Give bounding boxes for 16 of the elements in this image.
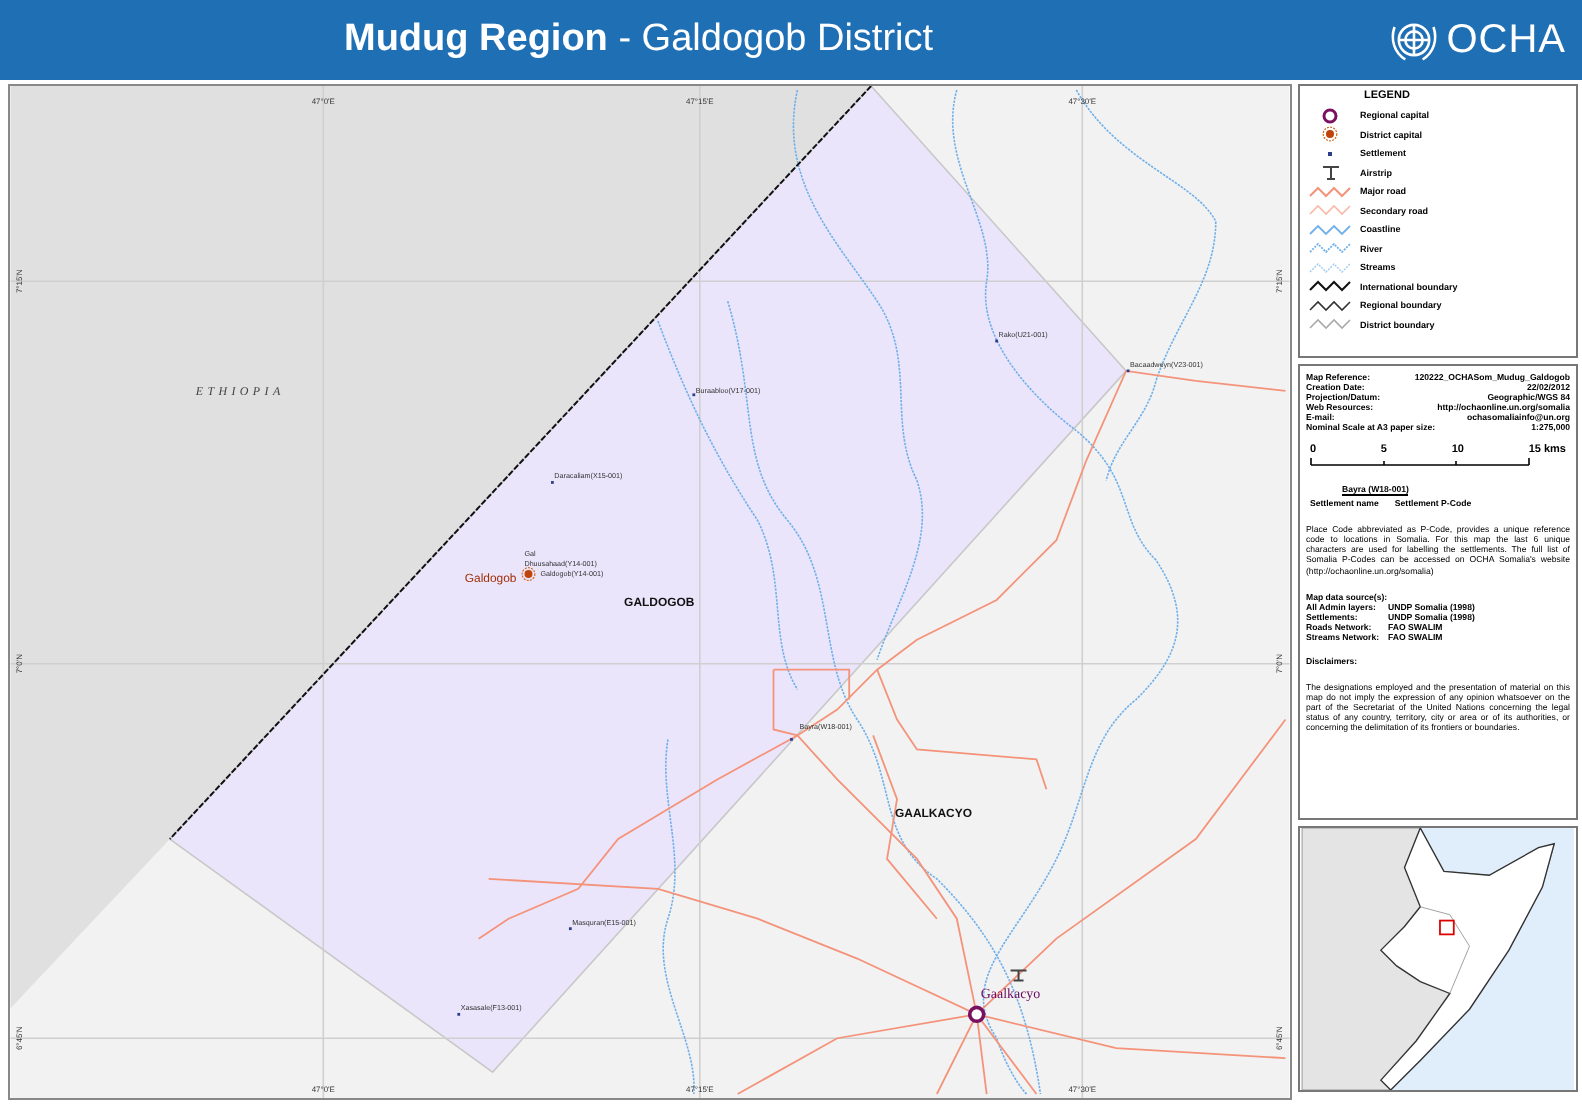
international-boundary-symbol-icon	[1308, 278, 1352, 295]
district-capital-symbol-icon	[1322, 126, 1338, 143]
map-title: Mudug Region - Galdogob District	[344, 18, 934, 62]
major-road-symbol-icon	[1308, 183, 1352, 200]
regional-boundary-symbol-icon	[1308, 297, 1352, 314]
stream-symbol-icon	[1308, 259, 1352, 276]
airstrip-icon	[1009, 969, 1028, 982]
ocha-logo-text: OCHA	[1446, 17, 1566, 63]
regional-capital-symbol-icon	[1322, 107, 1338, 124]
coastline-symbol-icon	[1308, 221, 1352, 238]
secondary-road-symbol-icon	[1308, 202, 1352, 219]
river-symbol-icon	[1308, 240, 1352, 257]
district-capital-marker	[521, 567, 536, 582]
regional-capital-marker	[967, 1005, 986, 1024]
district-boundary-symbol-icon	[1308, 316, 1352, 333]
airstrip-symbol-icon	[1321, 165, 1339, 180]
